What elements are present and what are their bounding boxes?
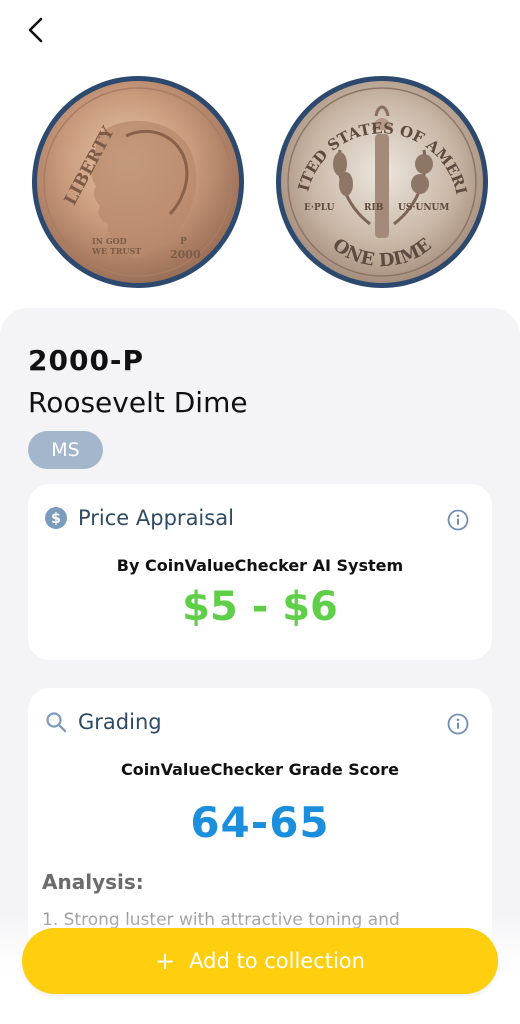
grade-score-value: 64-65 (190, 798, 330, 847)
svg-text:US·UNUM: US·UNUM (398, 203, 449, 213)
grading-title: Grading (78, 710, 162, 734)
grade-type-badge: MS (28, 431, 103, 469)
svg-text:P: P (180, 237, 187, 247)
grade-score-subtitle: CoinValueChecker Grade Score (120, 760, 400, 779)
info-icon (447, 713, 469, 735)
coin-images: LIBERTY IN GOD WE TRUST P 2000 ITED STAT… (0, 74, 520, 300)
coin-reverse-image[interactable]: UNITED STATES OF AMERICA E·PLU RIB US·UN… (274, 74, 490, 290)
price-appraisal-header: $ Price Appraisal (44, 506, 234, 530)
svg-text:$: $ (51, 511, 61, 527)
grading-header: Grading (44, 710, 162, 734)
add-to-collection-button[interactable]: + Add to collection (22, 928, 498, 994)
back-button[interactable] (18, 12, 54, 48)
svg-text:E·PLU: E·PLU (304, 203, 335, 213)
info-icon (447, 509, 469, 531)
price-appraisal-subtitle: By CoinValueChecker AI System (116, 556, 404, 575)
dollar-circle-icon: $ (45, 507, 67, 529)
coin-detail-sheet: 2000-P Roosevelt Dime MS $ Price Apprais… (0, 308, 520, 1024)
grading-info-button[interactable] (446, 712, 470, 736)
coin-year-mint: 2000-P (28, 344, 145, 377)
price-info-button[interactable] (446, 508, 470, 532)
svg-text:RIB: RIB (364, 203, 384, 213)
svg-text:WE TRUST: WE TRUST (91, 246, 141, 256)
svg-text:IN GOD: IN GOD (92, 236, 127, 246)
analysis-title: Analysis: (42, 870, 144, 894)
plus-icon: + (155, 947, 176, 975)
chevron-left-icon (28, 17, 43, 43)
price-appraisal-title: Price Appraisal (78, 506, 234, 530)
search-icon (46, 712, 67, 733)
price-value: $5 - $6 (182, 584, 338, 630)
coin-obverse-image[interactable]: LIBERTY IN GOD WE TRUST P 2000 (30, 74, 246, 290)
coin-name: Roosevelt Dime (28, 386, 248, 419)
svg-text:2000: 2000 (170, 248, 201, 261)
add-to-collection-label: Add to collection (189, 949, 365, 973)
price-appraisal-card: $ Price Appraisal By CoinValueChecker AI… (28, 484, 492, 660)
